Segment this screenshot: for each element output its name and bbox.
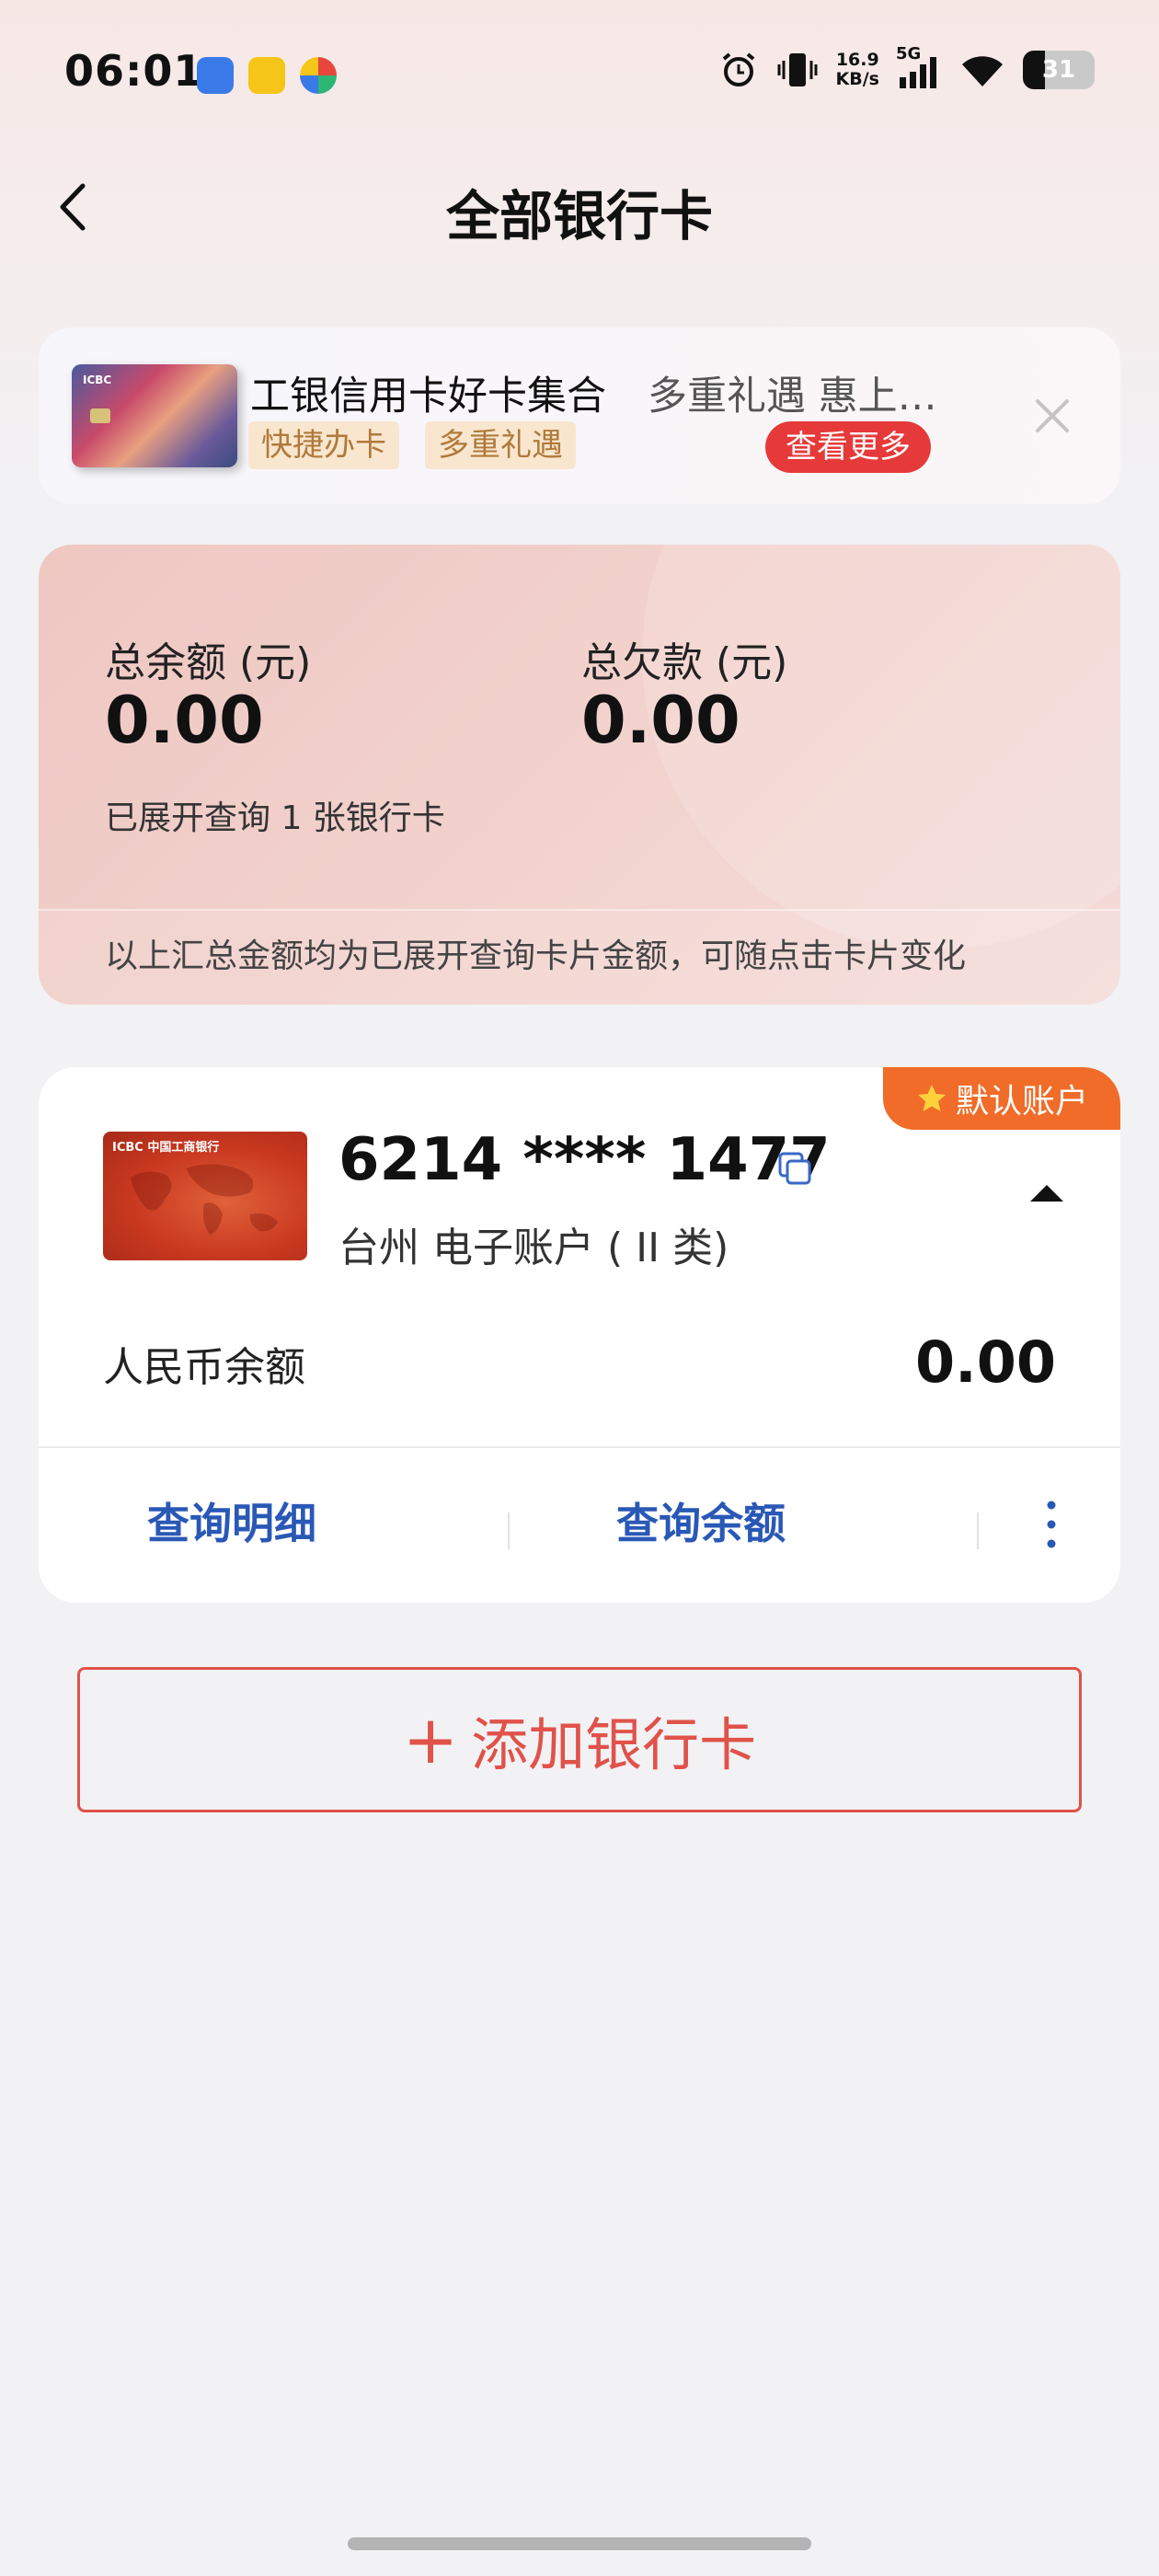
network-speed-unit: KB/s — [835, 69, 879, 89]
promo-tag: 多重礼遇 — [425, 421, 576, 469]
add-bank-card-label: 添加银行卡 — [471, 1711, 757, 1778]
battery-indicator: 31 — [1023, 51, 1095, 89]
cellular-signal: 5G — [896, 44, 942, 90]
wifi-icon — [962, 56, 1003, 86]
card-account-type: 台州 电子账户 ( II 类) — [339, 1225, 729, 1271]
query-balance-button[interactable]: 查询余额 — [563, 1490, 839, 1551]
divider — [977, 1512, 979, 1549]
card-number: 6214 **** 1477 — [339, 1126, 831, 1194]
credit-card-image: ICBC — [72, 364, 237, 467]
page: 06:01 16.9 KB/s 5G 31 全部银行卡 ICBC 工银信用卡好卡… — [0, 0, 1159, 2576]
status-time: 06:01 — [64, 46, 204, 96]
alarm-icon — [722, 52, 754, 86]
vibrate-icon — [777, 53, 818, 86]
divider — [39, 1446, 1120, 1448]
status-bar: 06:01 16.9 KB/s 5G 31 — [0, 0, 1159, 156]
total-balance-label: 总余额 (元) — [105, 639, 312, 686]
battery-level: 31 — [1041, 56, 1076, 84]
promo-title: 工银信用卡好卡集合 — [250, 374, 606, 420]
total-debt-value: 0.00 — [581, 683, 740, 758]
promo-banner[interactable]: ICBC 工银信用卡好卡集合 多重礼遇 惠上… 快捷办卡 多重礼遇 查看更多 — [39, 328, 1120, 504]
add-bank-card-button[interactable]: + 添加银行卡 — [77, 1667, 1082, 1812]
world-map-graphic — [131, 1164, 278, 1235]
default-account-label: 默认账户 — [955, 1083, 1088, 1121]
notification-app-icon — [300, 57, 337, 94]
page-title: 全部银行卡 — [445, 185, 713, 247]
network-speed-value: 16.9 — [835, 50, 879, 70]
promo-card-brand: ICBC — [83, 374, 112, 386]
total-balance-value: 0.00 — [105, 683, 264, 758]
total-debt-label: 总欠款 (元) — [581, 639, 788, 686]
home-indicator[interactable] — [348, 2537, 811, 2550]
network-speed: 16.9 KB/s — [836, 51, 879, 89]
query-count-note: 已展开查询 1 张银行卡 — [105, 799, 445, 837]
close-icon[interactable] — [1027, 390, 1078, 442]
view-more-button[interactable]: 查看更多 — [765, 421, 931, 473]
notification-app-icon — [248, 57, 285, 94]
more-vertical-icon[interactable] — [1038, 1492, 1065, 1557]
query-details-button[interactable]: 查询明细 — [94, 1490, 370, 1551]
star-icon — [917, 1085, 946, 1111]
signal-icon — [900, 57, 936, 88]
promo-subtitle: 多重礼遇 惠上… — [648, 374, 937, 420]
bank-card-image: ICBC 中国工商银行 — [103, 1132, 307, 1260]
rmb-balance-value: 0.00 — [915, 1328, 1056, 1396]
rmb-balance-label: 人民币余额 — [103, 1344, 305, 1391]
collapse-triangle-icon[interactable] — [1028, 1181, 1065, 1203]
promo-tag: 快捷办卡 — [248, 421, 399, 469]
status-icons: 16.9 KB/s 5G 31 — [718, 44, 1095, 90]
summary-footnote: 以上汇总金额均为已展开查询卡片金额，可随点击卡片变化 — [39, 909, 1120, 1005]
bank-account-card[interactable]: 默认账户 ICBC 中国工商银行 6214 **** 1477 台州 电子账户 … — [39, 1067, 1120, 1603]
default-account-badge: 默认账户 — [883, 1067, 1120, 1130]
plus-icon: + — [402, 1701, 459, 1778]
divider — [508, 1512, 510, 1549]
copy-icon[interactable] — [775, 1148, 815, 1189]
balance-summary-card: 总余额 (元) 0.00 总欠款 (元) 0.00 已展开查询 1 张银行卡 以… — [39, 545, 1120, 1005]
notification-app-icon — [197, 57, 234, 94]
